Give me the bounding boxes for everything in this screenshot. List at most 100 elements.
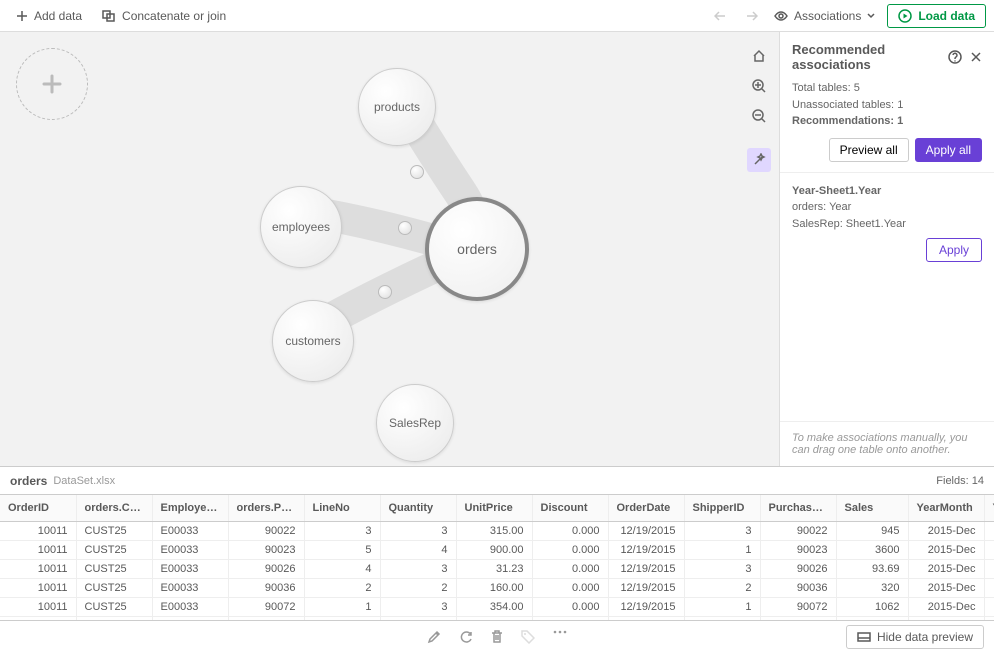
column-header[interactable]: UnitPrice [456, 495, 532, 521]
cell[interactable] [984, 540, 994, 559]
edit-button[interactable] [427, 630, 441, 644]
bubble-orders[interactable]: orders [425, 197, 529, 301]
cell[interactable]: CUST25 [76, 559, 152, 578]
cell[interactable]: CUST25 [76, 597, 152, 616]
apply-all-button[interactable]: Apply all [915, 138, 982, 162]
cell[interactable]: 3 [684, 559, 760, 578]
cell[interactable] [984, 521, 994, 540]
cell[interactable]: 31.23 [456, 559, 532, 578]
cell[interactable]: 12/19/2015 [608, 559, 684, 578]
table-row[interactable]: 10011CUST25E00033900264331.230.00012/19/… [0, 559, 994, 578]
cell[interactable]: 12/19/2015 [608, 597, 684, 616]
column-header[interactable]: ShipperID [684, 495, 760, 521]
cell[interactable]: 4 [380, 540, 456, 559]
cell[interactable]: 1062 [836, 597, 908, 616]
recommendation-card[interactable]: Year-Sheet1.Year orders: Year SalesRep: … [780, 172, 994, 273]
column-header[interactable]: OrderDate [608, 495, 684, 521]
cell[interactable]: 2015-Dec [908, 540, 984, 559]
cell[interactable]: 320 [836, 578, 908, 597]
table-row[interactable]: 10011CUST25E000339002354900.000.00012/19… [0, 540, 994, 559]
cell[interactable]: 90022 [228, 521, 304, 540]
column-header[interactable]: Discount [532, 495, 608, 521]
bubble-products[interactable]: products [358, 68, 436, 146]
cell[interactable]: 4 [304, 559, 380, 578]
delete-button[interactable] [491, 630, 503, 644]
cell[interactable]: 3 [684, 521, 760, 540]
cell[interactable] [984, 559, 994, 578]
cell[interactable]: 12/19/2015 [608, 540, 684, 559]
cell[interactable]: 90072 [228, 597, 304, 616]
column-header[interactable]: orders.Prod… [228, 495, 304, 521]
connector-dot[interactable] [398, 221, 412, 235]
data-grid[interactable]: OrderIDorders.Cust…EmployeeKeyorders.Pro… [0, 494, 994, 620]
cell[interactable]: 3 [380, 597, 456, 616]
redo-button[interactable] [738, 4, 762, 28]
cell[interactable]: E00033 [152, 559, 228, 578]
cell[interactable]: 90036 [228, 578, 304, 597]
cell[interactable]: 5 [304, 540, 380, 559]
cell[interactable]: 2015-Dec [908, 578, 984, 597]
cell[interactable]: 12/19/2015 [608, 578, 684, 597]
cell[interactable]: 12/19/2015 [608, 521, 684, 540]
column-header[interactable]: LineNo [304, 495, 380, 521]
cell[interactable]: 93.69 [836, 559, 908, 578]
zoom-in-button[interactable] [747, 74, 771, 98]
close-icon[interactable] [970, 51, 982, 63]
cell[interactable]: 1 [304, 597, 380, 616]
cell[interactable]: E00033 [152, 578, 228, 597]
cell[interactable]: 10011 [0, 540, 76, 559]
cell[interactable]: 0.000 [532, 540, 608, 559]
cell[interactable]: 3600 [836, 540, 908, 559]
table-row[interactable]: 10011CUST25E000339002233315.000.00012/19… [0, 521, 994, 540]
cell[interactable]: 3 [380, 521, 456, 540]
column-header[interactable]: OrderID [0, 495, 76, 521]
bubble-customers[interactable]: customers [272, 300, 354, 382]
column-header[interactable]: Quantity [380, 495, 456, 521]
add-bubble-button[interactable] [16, 48, 88, 120]
cell[interactable]: 2 [380, 578, 456, 597]
cell[interactable]: 10011 [0, 578, 76, 597]
cell[interactable]: CUST25 [76, 521, 152, 540]
more-button[interactable] [553, 630, 567, 644]
cell[interactable]: 90023 [228, 540, 304, 559]
help-icon[interactable] [948, 50, 962, 64]
cell[interactable]: 90036 [760, 578, 836, 597]
cell[interactable]: 2015-Dec [908, 597, 984, 616]
column-header[interactable]: YearMonth [908, 495, 984, 521]
cell[interactable]: 2 [304, 578, 380, 597]
cell[interactable]: 354.00 [456, 597, 532, 616]
column-header[interactable]: Sales [836, 495, 908, 521]
cell[interactable]: 945 [836, 521, 908, 540]
cell[interactable]: E00033 [152, 540, 228, 559]
column-header[interactable]: PurchasedP… [760, 495, 836, 521]
concatenate-button[interactable]: Concatenate or join [94, 5, 234, 27]
table-row[interactable]: 10011CUST25E000339003622160.000.00012/19… [0, 578, 994, 597]
cell[interactable]: CUST25 [76, 578, 152, 597]
cell[interactable]: 10011 [0, 597, 76, 616]
refresh-button[interactable] [459, 630, 473, 644]
cell[interactable]: 900.00 [456, 540, 532, 559]
column-header[interactable]: EmployeeKey [152, 495, 228, 521]
load-data-button[interactable]: Load data [887, 4, 986, 28]
cell[interactable]: 10011 [0, 521, 76, 540]
hide-preview-button[interactable]: Hide data preview [846, 625, 984, 649]
cell[interactable]: E00033 [152, 521, 228, 540]
connector-dot[interactable] [410, 165, 424, 179]
cell[interactable]: 2015-Dec [908, 521, 984, 540]
apply-button[interactable]: Apply [926, 238, 982, 262]
cell[interactable]: 2 [684, 578, 760, 597]
home-button[interactable] [747, 44, 771, 68]
connector-dot[interactable] [378, 285, 392, 299]
cell[interactable]: 0.000 [532, 597, 608, 616]
bubble-employees[interactable]: employees [260, 186, 342, 268]
cell[interactable]: 3 [380, 559, 456, 578]
cell[interactable]: 0.000 [532, 521, 608, 540]
cell[interactable]: 90026 [228, 559, 304, 578]
table-row[interactable]: 10011CUST25E000339007213354.000.00012/19… [0, 597, 994, 616]
cell[interactable]: 1 [684, 540, 760, 559]
undo-button[interactable] [710, 4, 734, 28]
bubble-salesrep[interactable]: SalesRep [376, 384, 454, 462]
zoom-out-button[interactable] [747, 104, 771, 128]
cell[interactable]: 10011 [0, 559, 76, 578]
cell[interactable] [984, 578, 994, 597]
